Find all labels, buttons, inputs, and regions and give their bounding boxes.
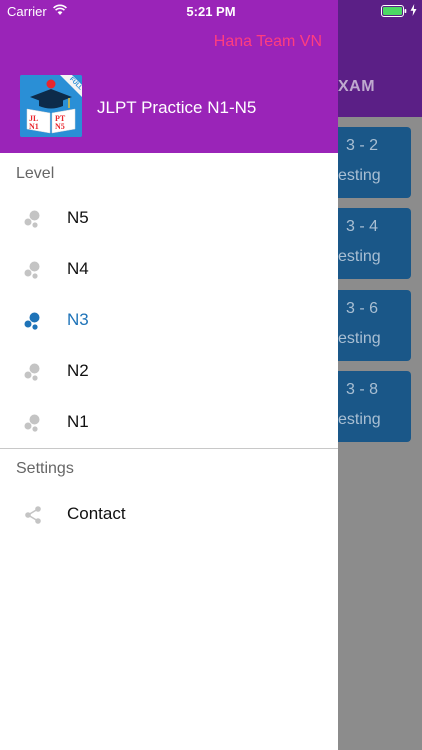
- level-item-label: N3: [67, 310, 89, 329]
- charging-icon: [410, 4, 417, 16]
- test-card[interactable]: 3 - 6 esting: [330, 290, 411, 361]
- clock: 5:21 PM: [186, 4, 236, 19]
- level-item-label: N1: [67, 412, 89, 431]
- bubbles-icon: [24, 312, 40, 330]
- level-item-n5[interactable]: N5: [0, 194, 338, 244]
- level-item-label: N5: [67, 208, 89, 227]
- level-item-n2[interactable]: N2: [0, 347, 338, 397]
- app-logo: FULL JL N1 PT N5: [20, 75, 82, 137]
- test-card-title: 3 - 2: [346, 137, 379, 154]
- test-card[interactable]: 3 - 4 esting: [330, 208, 411, 279]
- test-card-subtitle: esting: [338, 167, 381, 184]
- bubbles-icon: [24, 261, 40, 279]
- battery-icon: [381, 5, 407, 17]
- test-card[interactable]: 3 - 8 esting: [330, 371, 411, 442]
- test-card-subtitle: esting: [338, 411, 381, 428]
- level-item-n3[interactable]: N3: [0, 296, 338, 346]
- test-card-title: 3 - 4: [346, 218, 379, 235]
- level-item-n4[interactable]: N4: [0, 245, 338, 295]
- status-bar: Carrier 5:21 PM: [0, 0, 422, 22]
- test-card-subtitle: esting: [338, 330, 381, 347]
- bubbles-icon: [24, 210, 40, 228]
- test-card-subtitle: esting: [338, 248, 381, 265]
- settings-section-title: Settings: [16, 460, 74, 477]
- exam-tab[interactable]: XAM: [338, 78, 375, 96]
- level-item-label: N2: [67, 361, 89, 380]
- drawer-header: Hana Team VN FULL JL N1 PT N5 JLPT Pract…: [0, 0, 338, 153]
- contact-label: Contact: [67, 504, 126, 523]
- bubbles-icon: [24, 414, 40, 432]
- bubbles-icon: [24, 363, 40, 381]
- level-section-title: Level: [16, 165, 55, 182]
- share-icon: [25, 506, 41, 524]
- test-card[interactable]: 3 - 2 esting: [330, 127, 411, 198]
- level-item-label: N4: [67, 259, 89, 278]
- level-item-n1[interactable]: N1: [0, 398, 338, 448]
- test-card-title: 3 - 6: [346, 300, 379, 317]
- app-title: JLPT Practice N1-N5: [97, 98, 257, 117]
- contact-item[interactable]: Contact: [0, 490, 338, 540]
- navigation-drawer: Hana Team VN FULL JL N1 PT N5 JLPT Pract…: [0, 0, 338, 750]
- divider: [0, 448, 338, 449]
- logo-text-left: JL N1: [29, 114, 39, 131]
- team-name: Hana Team VN: [213, 33, 322, 50]
- logo-text-right: PT N5: [55, 114, 66, 131]
- test-card-title: 3 - 8: [346, 381, 379, 398]
